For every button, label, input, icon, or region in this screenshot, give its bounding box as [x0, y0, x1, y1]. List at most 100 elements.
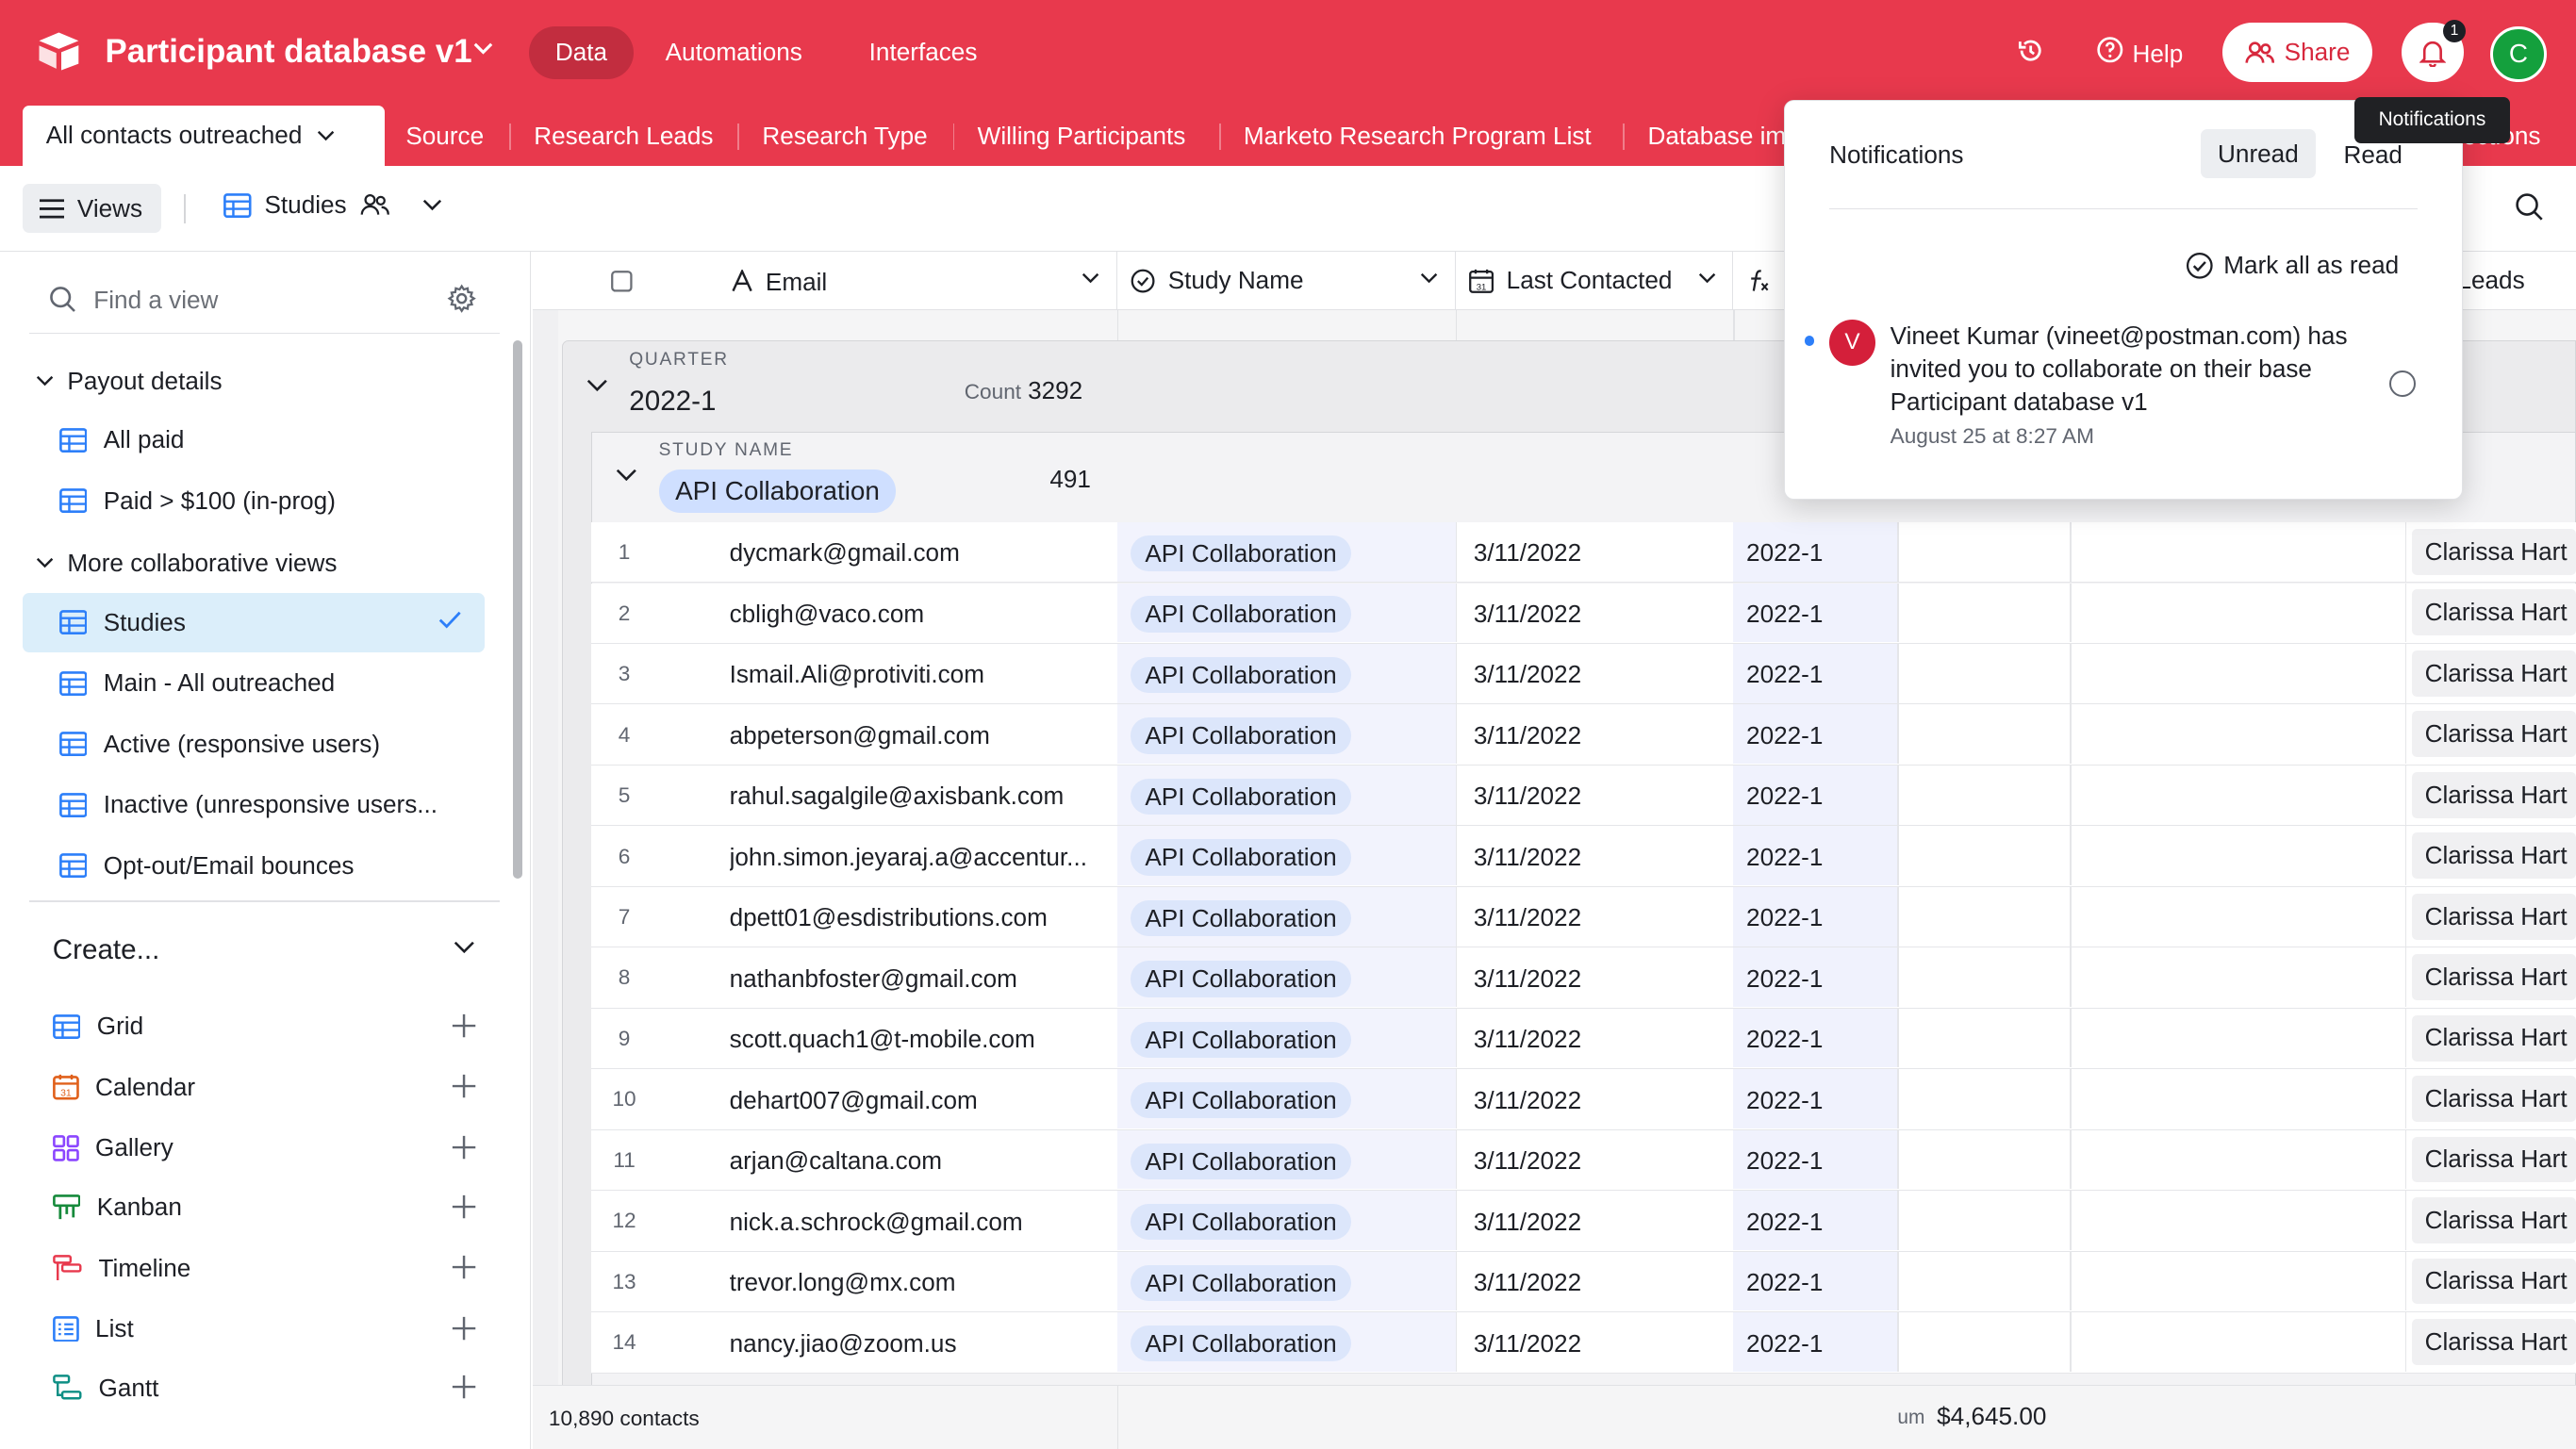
search-icon[interactable] — [2515, 192, 2544, 222]
views-button[interactable]: Views — [23, 184, 161, 234]
last-contacted-cell[interactable]: 3/11/2022 — [1474, 1208, 1581, 1237]
email-cell[interactable]: john.simon.jeyaraj.a@accentur... — [730, 843, 1108, 872]
tab-all-contacts-outreached[interactable]: All contacts outreached — [23, 105, 385, 166]
avatar[interactable]: C — [2490, 25, 2547, 83]
select-all-checkbox[interactable] — [611, 271, 633, 293]
nav-interfaces[interactable]: Interfaces — [843, 26, 1003, 79]
create-list[interactable]: List — [52, 1304, 477, 1353]
collapse-group-chevron-icon[interactable] — [616, 469, 637, 482]
chevron-down-icon[interactable] — [1698, 272, 1716, 284]
last-contacted-cell[interactable]: 3/11/2022 — [1474, 1268, 1581, 1297]
tab-willing-participants[interactable]: Willing Participants — [978, 122, 1186, 151]
read-filter-button[interactable]: Read — [2344, 140, 2403, 170]
table-row[interactable]: 14 nancy.jiao@zoom.us API Collaboration 3/1… — [591, 1312, 2576, 1374]
airtable-logo-icon[interactable] — [36, 29, 82, 72]
tab-marketo-research-program-list[interactable]: Marketo Research Program List — [1244, 122, 1592, 151]
create-timeline[interactable]: Timeline — [52, 1243, 477, 1293]
create-kanban[interactable]: Kanban — [52, 1182, 477, 1231]
last-contacted-cell[interactable]: 3/11/2022 — [1474, 600, 1581, 629]
table-row[interactable]: 4 abpeterson@gmail.com API Collaboration 3/… — [591, 704, 2576, 766]
plus-icon[interactable] — [452, 1255, 476, 1279]
column-header-study-name[interactable]: Study Name — [1117, 251, 1456, 311]
sidebar-item-opt-out[interactable]: Opt-out/Email bounces — [23, 836, 485, 896]
sidebar-item-paid-over-100[interactable]: Paid > $100 (in-prog) — [23, 471, 485, 531]
sidebar-item-main-all-outreached[interactable]: Main - All outreached — [23, 653, 485, 713]
find-view-input[interactable]: Find a view — [93, 286, 218, 315]
summary-label[interactable]: um — [1897, 1407, 1924, 1429]
last-contacted-cell[interactable]: 3/11/2022 — [1474, 1086, 1581, 1115]
tab-source[interactable]: Source — [405, 122, 484, 151]
table-row[interactable]: 9 scott.quach1@t-mobile.com API Collaborat… — [591, 1008, 2576, 1070]
tab-research-type[interactable]: Research Type — [762, 122, 927, 151]
chevron-down-icon[interactable] — [422, 199, 442, 212]
table-row[interactable]: 3 Ismail.Ali@protiviti.com API Collaborati… — [591, 643, 2576, 705]
plus-icon[interactable] — [452, 1375, 476, 1399]
mark-read-toggle[interactable] — [2389, 370, 2417, 397]
chevron-down-icon[interactable] — [1420, 272, 1438, 284]
column-header-email[interactable]: Email — [533, 251, 1117, 311]
plus-icon[interactable] — [452, 1194, 476, 1219]
summary-value[interactable]: $4,645.00 — [1937, 1402, 2046, 1431]
share-button[interactable]: Share — [2222, 23, 2372, 83]
nav-data[interactable]: Data — [529, 25, 634, 79]
create-grid[interactable]: Grid — [52, 1002, 477, 1051]
last-contacted-cell[interactable]: 3/11/2022 — [1474, 721, 1581, 750]
nav-automations[interactable]: Automations — [639, 26, 829, 79]
sidebar-item-active-users[interactable]: Active (responsive users) — [23, 715, 485, 774]
email-cell[interactable]: nick.a.schrock@gmail.com — [730, 1208, 1108, 1237]
find-view-search[interactable]: Find a view — [29, 268, 500, 334]
sidebar-item-studies[interactable]: Studies — [23, 592, 485, 652]
table-row[interactable]: 6 john.simon.jeyaraj.a@accentur... API Col… — [591, 826, 2576, 887]
plus-icon[interactable] — [452, 1013, 476, 1038]
plus-icon[interactable] — [452, 1135, 476, 1160]
last-contacted-cell[interactable]: 3/11/2022 — [1474, 843, 1581, 872]
section-more-collaborative-views[interactable]: More collaborative views — [36, 549, 337, 578]
base-title[interactable]: Participant database v1 — [106, 33, 472, 71]
email-cell[interactable]: dycmark@gmail.com — [730, 538, 1108, 568]
email-cell[interactable]: abpeterson@gmail.com — [730, 721, 1108, 750]
last-contacted-cell[interactable]: 3/11/2022 — [1474, 782, 1581, 811]
chevron-down-icon[interactable] — [454, 941, 475, 954]
table-row[interactable]: 10 dehart007@gmail.com API Collaboration 3/… — [591, 1069, 2576, 1130]
plus-icon[interactable] — [452, 1316, 476, 1341]
last-contacted-cell[interactable]: 3/11/2022 — [1474, 1146, 1581, 1176]
create-calendar[interactable]: 31 Calendar — [52, 1062, 477, 1111]
collapse-group-chevron-icon[interactable] — [586, 379, 608, 392]
sidebar-item-inactive-users[interactable]: Inactive (unresponsive users... — [23, 775, 485, 834]
last-contacted-cell[interactable]: 3/11/2022 — [1474, 1329, 1581, 1358]
table-row[interactable]: 7 dpett01@esdistributions.com API Collabor… — [591, 886, 2576, 948]
gear-icon[interactable] — [447, 284, 476, 314]
tab-research-leads[interactable]: Research Leads — [534, 122, 713, 151]
last-contacted-cell[interactable]: 3/11/2022 — [1474, 964, 1581, 994]
sidebar-item-all-paid[interactable]: All paid — [23, 411, 485, 470]
create-gantt[interactable]: Gantt — [52, 1363, 477, 1412]
email-cell[interactable]: cbligh@vaco.com — [730, 600, 1108, 629]
last-contacted-cell[interactable]: 3/11/2022 — [1474, 1025, 1581, 1054]
chevron-down-icon[interactable] — [1082, 272, 1099, 284]
email-cell[interactable]: Ismail.Ali@protiviti.com — [730, 660, 1108, 689]
email-cell[interactable]: nancy.jiao@zoom.us — [730, 1329, 1108, 1358]
plus-icon[interactable] — [452, 1074, 476, 1098]
table-row[interactable]: 1 dycmark@gmail.com API Collaboration 3/11/… — [591, 522, 2576, 584]
email-cell[interactable]: trevor.long@mx.com — [730, 1268, 1108, 1297]
chevron-down-icon[interactable] — [473, 42, 493, 56]
table-row[interactable]: 2 cbligh@vaco.com API Collaboration 3/11/20… — [591, 583, 2576, 644]
email-cell[interactable]: rahul.sagalgile@axisbank.com — [730, 782, 1108, 811]
mark-all-read-button[interactable]: Mark all as read — [2186, 251, 2399, 280]
email-cell[interactable]: dpett01@esdistributions.com — [730, 903, 1108, 932]
create-view-heading[interactable]: Create... — [53, 934, 160, 966]
chevron-down-icon[interactable] — [317, 130, 335, 141]
create-gallery[interactable]: Gallery — [52, 1124, 477, 1173]
table-row[interactable]: 8 nathanbfoster@gmail.com API Collaboratio… — [591, 947, 2576, 1009]
email-cell[interactable]: nathanbfoster@gmail.com — [730, 964, 1108, 994]
email-cell[interactable]: scott.quach1@t-mobile.com — [730, 1025, 1108, 1054]
help-icon[interactable] — [2096, 36, 2124, 64]
email-cell[interactable]: arjan@caltana.com — [730, 1146, 1108, 1176]
help-link[interactable]: Help — [2133, 40, 2184, 69]
history-icon[interactable] — [2016, 36, 2045, 65]
last-contacted-cell[interactable]: 3/11/2022 — [1474, 903, 1581, 932]
table-row[interactable]: 11 arjan@caltana.com API Collaboration 3/11… — [591, 1129, 2576, 1192]
table-row[interactable]: 5 rahul.sagalgile@axisbank.com API Collabo… — [591, 765, 2576, 827]
table-row[interactable]: 13 trevor.long@mx.com API Collaboration 3/1… — [591, 1251, 2576, 1313]
last-contacted-cell[interactable]: 3/11/2022 — [1474, 538, 1581, 568]
